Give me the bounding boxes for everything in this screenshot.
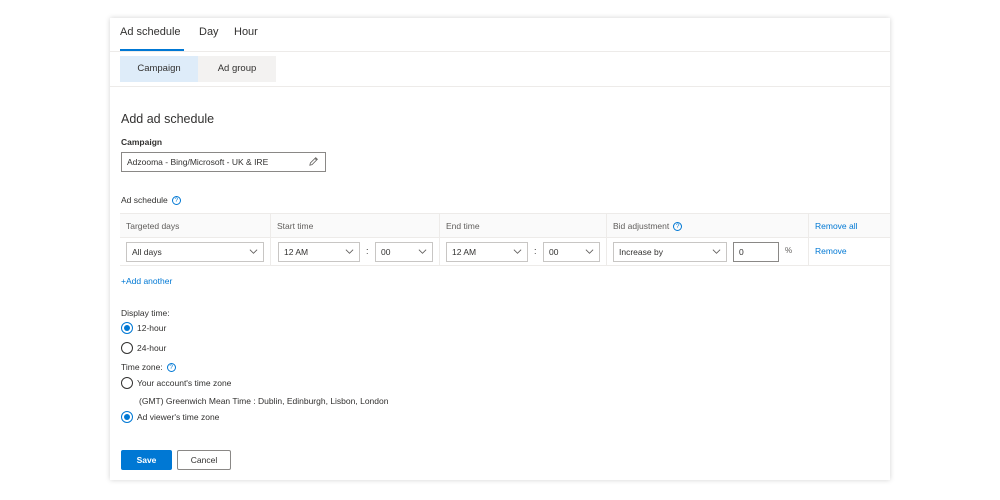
- radio-account-time-zone-label: Your account's time zone: [137, 378, 232, 388]
- edit-pencil-icon[interactable]: [308, 156, 319, 167]
- start-time-cell: 12 AM : 00: [271, 238, 440, 265]
- header-remove-all-cell: Remove all: [809, 214, 890, 238]
- end-time-cell: 12 AM : 00: [440, 238, 607, 265]
- add-another-link[interactable]: +Add another: [121, 276, 172, 286]
- remove-row-link[interactable]: Remove: [815, 246, 847, 256]
- active-tab-indicator: [120, 49, 184, 51]
- adjustment-type-value: Increase by: [619, 247, 663, 257]
- radio-ad-viewer-time-zone[interactable]: [121, 411, 133, 423]
- time-zone-label: Time zone:: [121, 362, 163, 372]
- start-hour-dropdown[interactable]: 12 AM: [278, 242, 360, 262]
- help-icon[interactable]: ?: [673, 222, 683, 232]
- radio-12-hour[interactable]: [121, 322, 133, 334]
- campaign-value: Adzooma - Bing/Microsoft - UK & IRE: [127, 157, 269, 167]
- header-targeted-days: Targeted days: [120, 214, 271, 238]
- campaign-label: Campaign: [121, 137, 163, 147]
- chevron-down-icon: [418, 249, 427, 254]
- table-header: Targeted days Start time End time Bid ad…: [120, 213, 890, 238]
- campaign-field[interactable]: Adzooma - Bing/Microsoft - UK & IRE: [121, 152, 326, 172]
- remove-cell: Remove: [809, 238, 890, 265]
- chevron-down-icon: [585, 249, 594, 254]
- time-separator: :: [366, 246, 369, 256]
- tab-ad-schedule[interactable]: Ad schedule: [120, 26, 181, 38]
- radio-12-hour-label: 12-hour: [137, 323, 167, 333]
- help-icon[interactable]: ?: [171, 196, 181, 206]
- remove-all-link[interactable]: Remove all: [815, 221, 858, 231]
- ad-schedule-label: Ad schedule: [121, 195, 168, 205]
- tab-day[interactable]: Day: [199, 26, 219, 38]
- header-end-time: End time: [440, 214, 607, 238]
- end-minute-dropdown[interactable]: 00: [543, 242, 600, 262]
- days-cell: All days: [120, 238, 271, 265]
- header-bid-adjustment: Bid adjustment: [613, 221, 670, 231]
- end-hour-value: 12 AM: [452, 247, 477, 257]
- account-time-zone-detail: (GMT) Greenwich Mean Time : Dublin, Edin…: [139, 396, 389, 406]
- chevron-down-icon: [249, 249, 258, 254]
- time-separator: :: [534, 246, 537, 256]
- subtab-ad-group[interactable]: Ad group: [198, 56, 276, 82]
- start-minute-dropdown[interactable]: 00: [375, 242, 433, 262]
- radio-24-hour[interactable]: [121, 342, 133, 354]
- adjustment-value-input[interactable]: 0: [733, 242, 779, 262]
- end-hour-dropdown[interactable]: 12 AM: [446, 242, 528, 262]
- ad-schedule-label-row: Ad schedule?: [121, 195, 181, 206]
- percent-sign: %: [785, 246, 793, 255]
- ad-schedule-panel: Ad schedule Day Hour Campaign Ad group A…: [110, 18, 890, 480]
- days-value: All days: [132, 247, 162, 257]
- save-button[interactable]: Save: [121, 450, 172, 470]
- radio-24-hour-label: 24-hour: [137, 343, 167, 353]
- days-dropdown[interactable]: All days: [126, 242, 264, 262]
- main-tabs: Ad schedule Day Hour: [110, 18, 890, 52]
- form-title: Add ad schedule: [121, 112, 215, 126]
- help-icon[interactable]: ?: [166, 363, 176, 373]
- divider: [110, 86, 890, 87]
- time-zone-label-row: Time zone:?: [121, 362, 176, 373]
- radio-account-time-zone[interactable]: [121, 377, 133, 389]
- subtab-campaign[interactable]: Campaign: [120, 56, 198, 82]
- start-minute-value: 00: [381, 247, 391, 257]
- table-row: All days 12 AM : 00 12 AM: 00 Increase …: [120, 238, 890, 266]
- start-hour-value: 12 AM: [284, 247, 309, 257]
- chevron-down-icon: [712, 249, 721, 254]
- display-time-label: Display time:: [121, 308, 170, 318]
- chevron-down-icon: [513, 249, 522, 254]
- end-minute-value: 00: [549, 247, 559, 257]
- header-start-time: Start time: [271, 214, 440, 238]
- bid-adjustment-cell: Increase by 0 %: [607, 238, 809, 265]
- adjustment-type-dropdown[interactable]: Increase by: [613, 242, 727, 262]
- radio-ad-viewer-time-zone-label: Ad viewer's time zone: [137, 412, 220, 422]
- header-bid-adjustment-cell: Bid adjustment?: [607, 214, 809, 238]
- chevron-down-icon: [345, 249, 354, 254]
- tab-hour[interactable]: Hour: [234, 26, 258, 38]
- cancel-button[interactable]: Cancel: [177, 450, 231, 470]
